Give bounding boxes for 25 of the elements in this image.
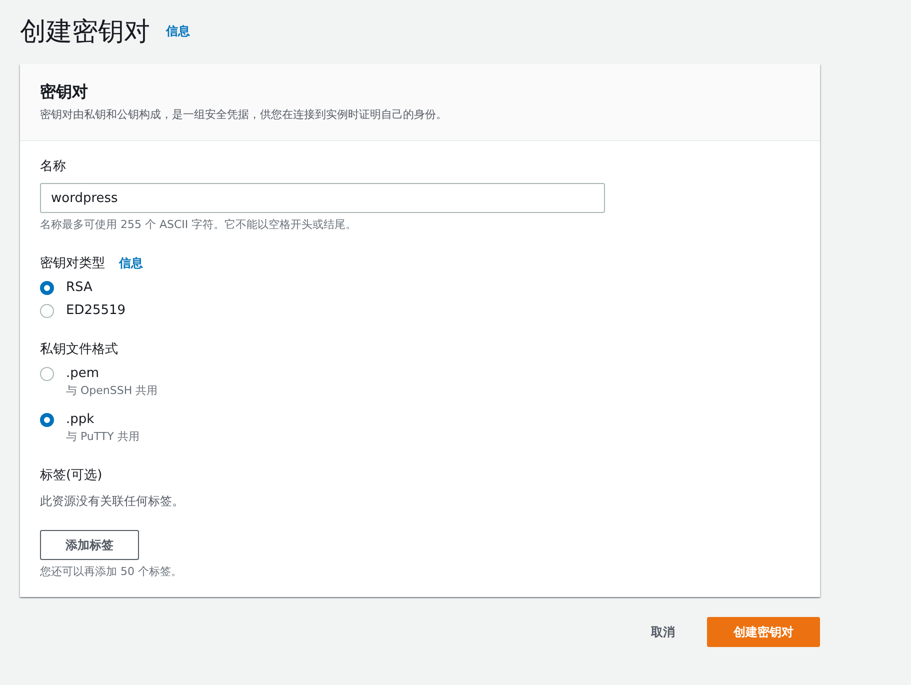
card-description: 密钥对由私钥和公钥构成，是一组安全凭据，供您在连接到实例时证明自己的身份。 <box>40 107 448 122</box>
field-label: 私钥文件格式 <box>40 341 119 358</box>
info-link[interactable]: 信息 <box>166 22 190 40</box>
radio-button[interactable] <box>40 367 54 381</box>
empty-tags-text: 此资源没有关联任何标签。 <box>40 493 185 510</box>
field-hint: 名称最多可使用 255 个 ASCII 字符。它不能以空格开头或结尾。 <box>40 217 358 232</box>
option-description: 与 OpenSSH 共用 <box>66 383 158 398</box>
option-description: 与 PuTTY 共用 <box>66 429 140 444</box>
field-label: 密钥对类型 <box>40 255 105 272</box>
add-tag-button[interactable]: 添加标签 <box>40 530 139 560</box>
page-title: 创建密钥对 <box>20 16 150 48</box>
card-title: 密钥对 <box>40 82 89 103</box>
option-label: .pem <box>66 366 100 381</box>
tags-hint: 您还可以再添加 50 个标签。 <box>40 564 183 579</box>
info-link[interactable]: 信息 <box>119 255 143 272</box>
option-label: .ppk <box>66 412 96 427</box>
field-label: 名称 <box>40 158 67 175</box>
name-input[interactable]: wordpress <box>40 183 605 213</box>
radio-button[interactable] <box>40 281 54 295</box>
option-label: ED25519 <box>66 303 126 318</box>
cancel-button[interactable]: 取消 <box>649 618 677 646</box>
option-label: RSA <box>66 280 92 295</box>
radio-button[interactable] <box>40 304 54 318</box>
field-label: 标签(可选) <box>40 467 104 484</box>
radio-button[interactable] <box>40 413 54 427</box>
